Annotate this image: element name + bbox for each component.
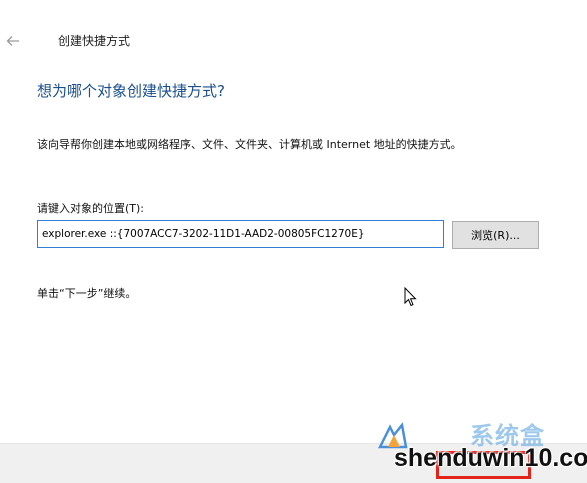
window-title: 创建快捷方式: [58, 34, 131, 48]
next-hint: 单击“下一步”继续。: [37, 287, 137, 300]
mouse-cursor-icon: [404, 287, 418, 307]
next-button[interactable]: [436, 451, 531, 479]
page-heading: 想为哪个对象创建快捷方式?: [37, 82, 225, 100]
location-label: 请键入对象的位置(T):: [37, 202, 145, 215]
browse-button[interactable]: 浏览(R)...: [452, 221, 539, 249]
back-arrow-icon[interactable]: [6, 34, 20, 48]
location-input[interactable]: [37, 220, 444, 248]
wizard-description: 该向导帮你创建本地或网络程序、文件、文件夹、计算机或 Internet 地址的快…: [37, 138, 462, 151]
